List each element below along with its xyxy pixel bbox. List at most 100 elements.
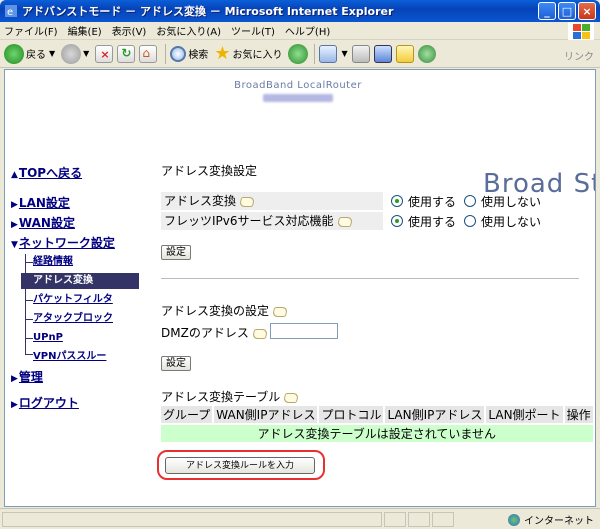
favorites-label: お気に入り	[232, 50, 283, 61]
ipv6-disable-option[interactable]: 使用しない	[464, 213, 541, 230]
print-icon[interactable]	[351, 44, 370, 63]
nav-wan-label: WAN設定	[18, 216, 75, 230]
status-bar: インターネット	[0, 508, 600, 529]
nat-disable-label: 使用しない	[481, 194, 542, 209]
ie-icon: e	[5, 5, 17, 18]
nat-table-empty-message: アドレス変換テーブルは設定されていません	[161, 423, 593, 442]
subnav-packet-filter[interactable]: パケットフィルタ	[21, 292, 139, 308]
nav-top[interactable]: ▲TOPへ戻る	[11, 164, 82, 181]
menu-view[interactable]: 表示(V)	[112, 23, 147, 38]
windows-logo-icon	[568, 22, 594, 40]
radio-nat-enable[interactable]	[391, 195, 403, 207]
menu-help[interactable]: ヘルプ(H)	[285, 23, 330, 38]
title-bar: e アドバンストモード － アドレス変換 － Microsoft Interne…	[0, 0, 600, 22]
history-icon[interactable]	[288, 43, 309, 64]
back-dropdown-icon[interactable]: ▼	[49, 49, 55, 58]
help-icon[interactable]	[336, 216, 353, 227]
status-cell	[432, 511, 454, 527]
settings-submit-button[interactable]: 設定	[161, 245, 191, 260]
nav-network-label: ネットワーク設定	[18, 236, 115, 250]
toolbar-separator	[314, 43, 316, 64]
nat-enable-option[interactable]: 使用する	[391, 193, 456, 210]
radio-ipv6-disable[interactable]	[464, 215, 477, 227]
ipv6-disable-label: 使用しない	[481, 214, 542, 229]
toolbar-separator	[165, 43, 167, 64]
menu-edit[interactable]: 編集(E)	[68, 23, 102, 38]
help-icon[interactable]	[251, 328, 269, 339]
setting-label-nat-text: アドレス変換	[164, 194, 237, 208]
subnav-attack-block[interactable]: アタックブロック	[21, 311, 139, 327]
stop-icon[interactable]: ×	[95, 44, 114, 63]
setting-label-nat: アドレス変換	[161, 192, 383, 210]
arrow-right-icon: ▲	[11, 170, 18, 180]
add-rule-highlight: アドレス変換ルールを入力	[157, 450, 325, 480]
status-cell	[408, 511, 430, 527]
search-button[interactable]: 検索	[170, 45, 209, 62]
mail-dropdown-icon[interactable]: ▼	[341, 49, 347, 58]
menu-favorites[interactable]: お気に入り(A)	[156, 23, 221, 38]
subnav-routing[interactable]: 経路情報	[21, 254, 139, 270]
ipv6-enable-label: 使用する	[408, 214, 457, 229]
nat-table-title: アドレス変換テーブル	[161, 388, 300, 405]
network-subnav: 経路情報 アドレス変換 パケットフィルタ アタックブロック UPnP VPNパス…	[21, 254, 139, 364]
nat-disable-option[interactable]: 使用しない	[464, 193, 541, 210]
arrow-down-icon: ▼	[11, 240, 18, 250]
setting-label-ipv6-text: フレッツIPv6サービス対応機能	[164, 214, 334, 228]
search-label: 検索	[188, 50, 209, 61]
subnav-nat[interactable]: アドレス変換	[21, 273, 139, 289]
arrow-right-icon: ▶	[11, 220, 18, 230]
setting-options-ipv6: 使用する 使用しない	[383, 213, 549, 230]
nav-network[interactable]: ▼ネットワーク設定	[11, 234, 115, 251]
minimize-button[interactable]: _	[538, 2, 556, 20]
nav-lan[interactable]: ▶LAN設定	[11, 194, 70, 211]
help-icon[interactable]	[282, 392, 300, 403]
discuss-icon[interactable]	[395, 44, 414, 63]
maximize-button[interactable]: □	[558, 2, 576, 20]
refresh-icon[interactable]: ↻	[117, 44, 136, 63]
favorites-button[interactable]: ★ お気に入り	[214, 43, 282, 64]
nav-admin[interactable]: ▶管理	[11, 368, 43, 385]
col-protocol: プロトコル	[318, 406, 386, 424]
search-icon	[170, 45, 187, 62]
forward-arrow-icon	[61, 43, 82, 64]
back-button[interactable]: 戻る ▼	[4, 43, 55, 64]
security-zone: インターネット	[508, 512, 594, 527]
menu-file[interactable]: ファイル(F)	[4, 23, 58, 38]
home-icon[interactable]: ⌂	[139, 44, 158, 63]
setting-label-ipv6: フレッツIPv6サービス対応機能	[161, 212, 383, 230]
dmz-submit-button[interactable]: 設定	[161, 356, 191, 371]
edit-icon[interactable]	[373, 44, 392, 63]
menu-bar: ファイル(F) 編集(E) 表示(V) お気に入り(A) ツール(T) ヘルプ(…	[0, 22, 600, 40]
subnav-upnp[interactable]: UPnP	[21, 330, 139, 346]
ipv6-enable-option[interactable]: 使用する	[391, 213, 456, 230]
nat-table-title-text: アドレス変換テーブル	[161, 390, 281, 404]
globe-icon	[508, 513, 520, 526]
menu-tools[interactable]: ツール(T)	[231, 23, 275, 38]
radio-ipv6-enable[interactable]	[391, 215, 403, 227]
star-icon: ★	[214, 43, 231, 64]
forward-dropdown-icon[interactable]: ▼	[83, 49, 89, 58]
close-button[interactable]: ×	[578, 2, 596, 20]
arrow-right-icon: ▶	[11, 400, 18, 410]
subnav-vpn-passthrough[interactable]: VPNパススルー	[21, 349, 139, 365]
nat-config-title: アドレス変換の設定	[161, 302, 289, 319]
back-arrow-icon	[4, 43, 24, 64]
forward-button[interactable]: ▼	[61, 43, 89, 64]
nat-table-header: グループ WAN側IPアドレス プロトコル LAN側IPアドレス LAN側ポート…	[161, 406, 593, 424]
links-label[interactable]: リンク	[564, 48, 594, 63]
nav-logout[interactable]: ▶ログアウト	[11, 394, 79, 411]
help-icon[interactable]	[271, 306, 289, 317]
dmz-address-input[interactable]	[270, 323, 338, 339]
col-wan-ip: WAN側IPアドレス	[213, 406, 320, 424]
mail-icon[interactable]	[319, 44, 338, 63]
messenger-icon[interactable]	[417, 44, 436, 63]
nav-wan[interactable]: ▶WAN設定	[11, 214, 75, 231]
window-title: アドバンストモード － アドレス変換 － Microsoft Internet …	[22, 5, 394, 18]
section-divider	[161, 278, 579, 279]
help-icon[interactable]	[238, 196, 256, 207]
add-nat-rule-button[interactable]: アドレス変換ルールを入力	[165, 457, 315, 474]
radio-nat-disable[interactable]	[464, 195, 477, 207]
brand-subtitle: BroadBand LocalRouter	[234, 80, 362, 91]
table-row: アドレス変換テーブルは設定されていません	[161, 423, 593, 442]
arrow-right-icon: ▶	[11, 374, 18, 384]
